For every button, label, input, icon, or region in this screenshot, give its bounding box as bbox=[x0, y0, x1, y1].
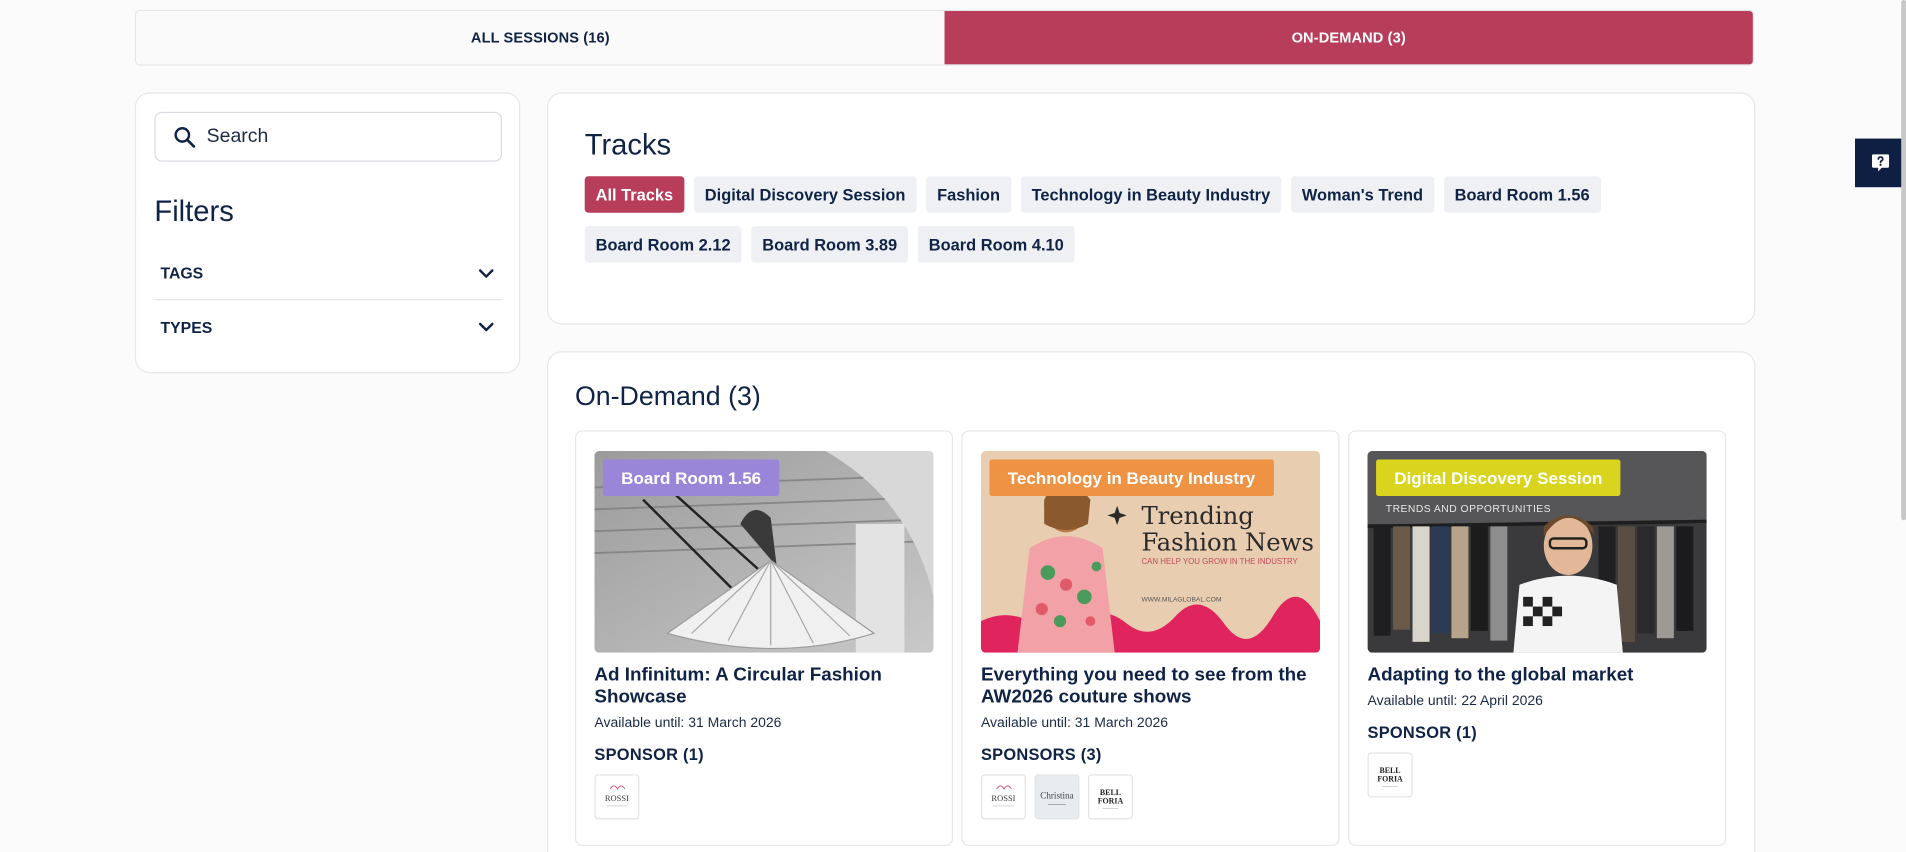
filter-tags-label: TAGS bbox=[160, 263, 204, 283]
filter-types-label: TYPES bbox=[160, 317, 213, 337]
question-icon bbox=[1872, 154, 1890, 172]
session-card[interactable]: Board Room 1.56 Ad Infinitum: A Circular… bbox=[574, 430, 954, 847]
tab-all-sessions[interactable]: ALL SESSIONS (16) bbox=[136, 10, 945, 65]
session-availability: Available until: 31 March 2026 bbox=[594, 715, 782, 731]
sponsor-logo-rossi[interactable]: ROSSI bbox=[980, 774, 1026, 820]
help-button[interactable] bbox=[1855, 138, 1906, 188]
track-chip-technology-beauty[interactable]: Technology in Beauty Industry bbox=[1020, 176, 1282, 213]
sponsor-logo-bellforia[interactable]: BELL FORIA bbox=[1367, 752, 1413, 798]
svg-text:WWW.MILAGLOBAL.COM: WWW.MILAGLOBAL.COM bbox=[1141, 597, 1222, 604]
search-icon bbox=[174, 126, 196, 148]
rossi-logo: ROSSI bbox=[991, 785, 1016, 807]
chevron-down-icon bbox=[478, 322, 494, 332]
svg-text:Trending: Trending bbox=[1141, 501, 1253, 530]
svg-text:FORIA: FORIA bbox=[1098, 797, 1124, 806]
svg-text:TRENDS AND OPPORTUNITIES: TRENDS AND OPPORTUNITIES bbox=[1386, 504, 1551, 515]
sponsor-label: SPONSORS (3) bbox=[980, 745, 1102, 764]
bellforia-logo: BELL FORIA bbox=[1098, 788, 1124, 809]
sponsor-logo-rossi[interactable]: ROSSI bbox=[594, 774, 640, 820]
session-title[interactable]: Ad Infinitum: A Circular Fashion Showcas… bbox=[594, 665, 940, 709]
session-title[interactable]: Everything you need to see from the AW20… bbox=[981, 665, 1327, 709]
track-chip-board-room-156[interactable]: Board Room 1.56 bbox=[1443, 176, 1601, 213]
session-track-badge: Technology in Beauty Industry bbox=[989, 459, 1274, 496]
session-thumbnail: Trending Fashion News CAN HELP YOU GROW … bbox=[980, 450, 1321, 653]
track-chip-fashion[interactable]: Fashion bbox=[926, 176, 1011, 213]
track-chip-board-room-212[interactable]: Board Room 2.12 bbox=[584, 226, 742, 263]
session-title[interactable]: Adapting to the global market bbox=[1368, 665, 1714, 687]
sponsor-logos: BELL FORIA bbox=[1367, 752, 1413, 798]
chevron-down-icon bbox=[478, 268, 494, 278]
sponsor-label: SPONSOR (1) bbox=[1367, 723, 1477, 742]
filters-sidebar: Filters TAGS TYPES bbox=[134, 92, 521, 374]
svg-text:ROSSI: ROSSI bbox=[605, 793, 629, 803]
sponsor-label: SPONSOR (1) bbox=[594, 745, 704, 764]
christina-logo: Christina bbox=[1040, 791, 1074, 806]
on-demand-title: On-Demand (3) bbox=[574, 380, 761, 411]
svg-text:ROSSI: ROSSI bbox=[991, 793, 1015, 803]
rossi-logo: ROSSI bbox=[605, 785, 629, 807]
track-chip-womans-trend[interactable]: Woman's Trend bbox=[1290, 176, 1434, 213]
tracks-panel: Tracks All Tracks Digital Discovery Sess… bbox=[547, 92, 1756, 325]
track-chip-all[interactable]: All Tracks bbox=[584, 176, 685, 213]
filters-title: Filters bbox=[154, 195, 234, 229]
track-chip-board-room-389[interactable]: Board Room 3.89 bbox=[751, 226, 909, 263]
filter-tags-toggle[interactable]: TAGS bbox=[154, 247, 503, 301]
sponsor-logos: ROSSI bbox=[594, 774, 640, 820]
session-track-badge: Digital Discovery Session bbox=[1376, 459, 1621, 496]
search-input[interactable] bbox=[206, 125, 487, 148]
sponsor-logos: ROSSI Christina BELL FORIA bbox=[980, 774, 1133, 820]
svg-text:CAN HELP YOU GROW IN THE INDUS: CAN HELP YOU GROW IN THE INDUSTRY bbox=[1141, 557, 1298, 566]
page-scrollbar[interactable] bbox=[1901, 0, 1906, 521]
session-card[interactable]: Trending Fashion News CAN HELP YOU GROW … bbox=[961, 430, 1340, 847]
svg-text:Christina: Christina bbox=[1040, 791, 1073, 801]
svg-text:Fashion News: Fashion News bbox=[1141, 528, 1314, 557]
session-availability: Available until: 31 March 2026 bbox=[980, 715, 1169, 731]
session-track-badge: Board Room 1.56 bbox=[602, 459, 780, 496]
session-thumbnail: Board Room 1.56 bbox=[594, 450, 934, 653]
session-availability: Available until: 22 April 2026 bbox=[1367, 694, 1543, 709]
svg-text:FORIA: FORIA bbox=[1377, 775, 1403, 784]
sponsor-logo-bellforia[interactable]: BELL FORIA bbox=[1087, 774, 1133, 820]
bellforia-logo: BELL FORIA bbox=[1377, 766, 1403, 787]
filter-types-toggle[interactable]: TYPES bbox=[154, 303, 502, 352]
session-tabs: ALL SESSIONS (16) ON-DEMAND (3) bbox=[134, 9, 1755, 66]
tracks-title: Tracks bbox=[584, 128, 672, 162]
track-chip-board-room-410[interactable]: Board Room 4.10 bbox=[917, 226, 1075, 263]
on-demand-panel: On-Demand (3) Board Room 1.56 Ad Infinit… bbox=[547, 351, 1756, 852]
session-thumbnail: TRENDS AND OPPORTUNITIES Digital Discove… bbox=[1367, 450, 1707, 653]
search-box[interactable] bbox=[154, 111, 503, 162]
track-chip-digital-discovery[interactable]: Digital Discovery Session bbox=[693, 176, 917, 213]
session-card[interactable]: TRENDS AND OPPORTUNITIES Digital Discove… bbox=[1348, 430, 1727, 847]
sponsor-logo-christina[interactable]: Christina bbox=[1034, 774, 1080, 820]
tab-on-demand[interactable]: ON-DEMAND (3) bbox=[944, 10, 1753, 65]
track-chips: All Tracks Digital Discovery Session Fas… bbox=[584, 176, 1716, 263]
